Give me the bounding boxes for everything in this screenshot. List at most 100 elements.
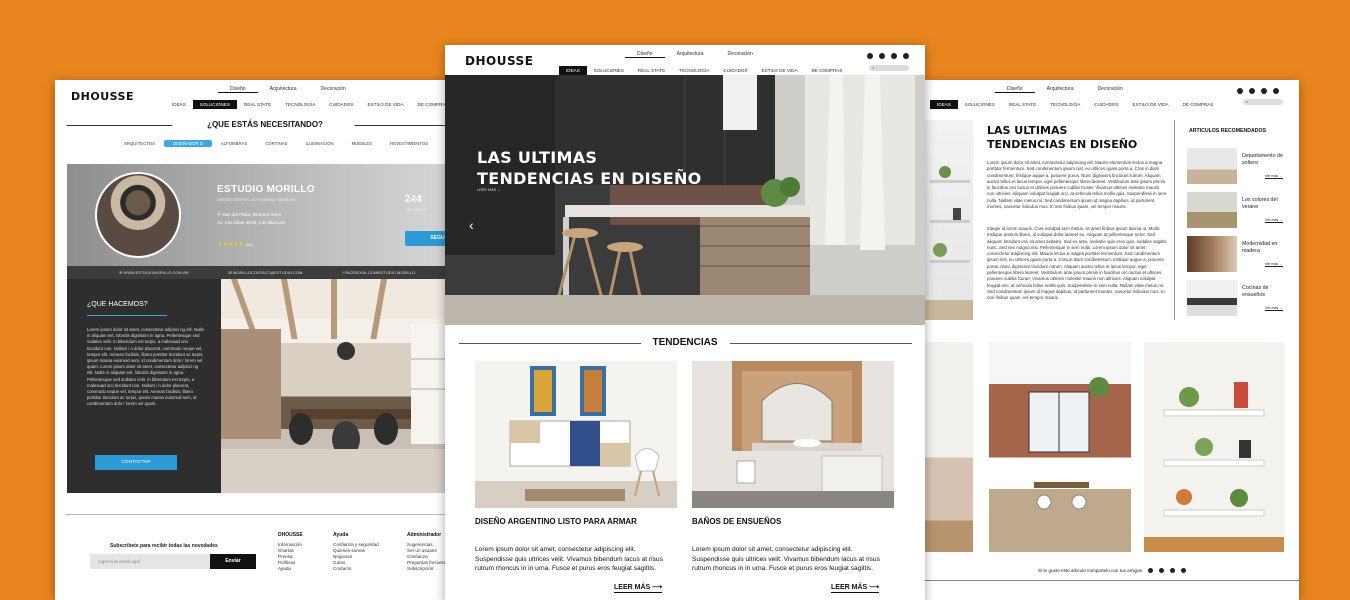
studio-tags: DISEÑO GRÁFICO, ALFOMBRAS, MUEBLES [217, 198, 296, 202]
see-more-link[interactable]: Ver más → [1265, 174, 1283, 179]
review-count: (12) [245, 242, 253, 247]
nav-ideas[interactable]: IDEAS [165, 100, 193, 109]
follower-label: SEGUIDOS [407, 208, 426, 212]
nav-de-compras[interactable]: DE COMPRAS [805, 66, 850, 75]
divider [730, 343, 912, 344]
read-more-text: LEER MÁS [614, 584, 651, 591]
logo[interactable]: DHOUSSE [71, 90, 134, 103]
top-nav: Diseño Arquitectura Decoración [625, 51, 765, 58]
facebook-icon[interactable] [879, 53, 885, 59]
interior-photo [221, 279, 467, 493]
email-input[interactable]: Ingresá tu email aquí [90, 554, 210, 569]
recommended-item[interactable]: Departamento de soltero Ver más → [1187, 148, 1287, 186]
nav-de-compras[interactable]: DE COMPRAS [1176, 100, 1221, 109]
share-text: Si te gusto este articulo compartelo con… [1038, 568, 1142, 573]
topnav-arquitectura[interactable]: Arquitectura [665, 51, 716, 58]
nav-soluciones[interactable]: SOLUCIONES [192, 100, 237, 109]
pinterest-icon[interactable] [903, 53, 909, 59]
topnav-arquitectura[interactable]: Arquitectura [1035, 86, 1086, 93]
footer-col-dhousse: DHOUSSE Información Charlas Prensa Polít… [278, 532, 303, 572]
chevron-left-icon[interactable]: ‹ [469, 217, 474, 233]
card-title[interactable]: DISEÑO ARGENTINO LISTO PARA ARMAR [475, 517, 637, 526]
contact-button[interactable]: CONTACTAR [95, 455, 177, 470]
nav-soluciones[interactable]: SOLUCIONES [587, 66, 631, 75]
email-link[interactable]: ✉ MORILLOCONTACT@ESTUDIO.COM [229, 270, 303, 275]
cat-cortinas[interactable]: CORTINAS [256, 140, 296, 147]
nav-tecnologia[interactable]: TECNOLOGÍA [1043, 100, 1087, 109]
nav-real-state[interactable]: REAL STATE [237, 100, 278, 109]
studio-address: ⚲ Mar del Plata, Buenos Aires Av. Las El… [217, 212, 285, 228]
recommended-item[interactable]: Cocinas de ensueños Ver más → [1187, 280, 1287, 318]
nav-real-state[interactable]: REAL STATE [631, 66, 672, 75]
nav-estilo-de-vida[interactable]: ESTILO DE VIDA [1126, 100, 1176, 109]
article-title-line2: TENDENCIAS EN DISEÑO [987, 138, 1138, 151]
article-title-line1: LAS ULTIMAS [987, 124, 1068, 137]
nav-real-state[interactable]: REAL STATE [1002, 100, 1043, 109]
top-nav: Diseño Arquitectura Decoración [218, 86, 358, 93]
instagram-icon[interactable] [891, 53, 897, 59]
instagram-icon[interactable] [1261, 88, 1267, 94]
recommended-item[interactable]: Los colores del verano Ver más → [1187, 192, 1287, 230]
facebook-icon[interactable] [1249, 88, 1255, 94]
facebook-icon[interactable] [1158, 568, 1164, 573]
contact-bar: ⊕ WWW.ESTUDIOMORILLO.COM.AR ✉ MORILLOCON… [67, 266, 467, 279]
see-more-link[interactable]: Ver más → [1265, 218, 1283, 223]
category-tabs: ARQUITECTOS DISEÑADOR D ALFOMBRAS CORTIN… [115, 140, 471, 147]
twitter-icon[interactable] [1237, 88, 1243, 94]
pinterest-icon[interactable] [1180, 568, 1186, 573]
cat-arquitectos[interactable]: ARQUITECTOS [115, 140, 164, 147]
card-title[interactable]: BAÑOS DE ENSUEÑOS [692, 517, 781, 526]
topnav-diseno[interactable]: Diseño [995, 86, 1035, 93]
read-more-link[interactable]: LEER MÁS ⟶ [614, 583, 663, 593]
nav-cuidados[interactable]: CUIDADOS [716, 66, 754, 75]
arrow-right-icon: ⟶ [652, 584, 663, 591]
main-nav: IDEAS SOLUCIONES REAL STATE TECNOLOGÍA C… [165, 100, 455, 109]
footer-divider [925, 580, 1299, 581]
cat-muebles[interactable]: MUEBLES [343, 140, 382, 147]
nav-tecnologia[interactable]: TECNOLOGÍA [278, 100, 322, 109]
instagram-icon[interactable] [1169, 568, 1175, 573]
corner-shelves-image [1144, 382, 1284, 552]
pinterest-icon[interactable] [1273, 88, 1279, 94]
cat-iluminacion[interactable]: ILUMINACIÓN [296, 140, 342, 147]
topnav-diseno[interactable]: Diseño [218, 86, 258, 93]
nav-tecnologia[interactable]: TECNOLOGÍA [672, 66, 716, 75]
website-link[interactable]: ⊕ WWW.ESTUDIOMORILLO.COM.AR [119, 270, 189, 275]
facebook-link[interactable]: f FACEBOOK.COM/ESTUDIO.MORILLO [342, 270, 415, 275]
logo[interactable]: DHOUSSE [465, 54, 533, 68]
footer-link[interactable]: Contacto [333, 566, 379, 572]
cat-revestimientos[interactable]: REVESTIMIENTOS [381, 140, 437, 147]
hero-read-more[interactable]: LEER MÁS → [477, 188, 501, 192]
see-more-link[interactable]: Ver más → [1265, 306, 1283, 311]
card-image-2[interactable] [692, 361, 894, 508]
topnav-arquitectura[interactable]: Arquitectura [258, 86, 309, 93]
card-image-1[interactable] [475, 361, 677, 508]
topnav-decoracion[interactable]: Decoración [1086, 86, 1135, 93]
topnav-decoracion[interactable]: Decoración [309, 86, 358, 93]
twitter-icon[interactable] [867, 53, 873, 59]
read-more-link[interactable]: LEER MÁS ⟶ [831, 583, 880, 593]
footer-link[interactable]: Ayuda [278, 566, 303, 572]
nav-cuidados[interactable]: CUIDADOS [322, 100, 360, 109]
recommended-item[interactable]: Modernidad en madera Ver más → [1187, 236, 1287, 274]
gallery-photo-3 [1144, 342, 1284, 552]
search-input[interactable]: ⌕ [1243, 99, 1283, 105]
hero-title-line1: LAS ULTIMAS [477, 148, 598, 167]
nav-soluciones[interactable]: SOLUCIONES [958, 100, 1002, 109]
topnav-decoracion[interactable]: Decoración [716, 51, 765, 58]
see-more-link[interactable]: Ver más → [1265, 262, 1283, 267]
nav-cuidados[interactable]: CUIDADOS [1087, 100, 1125, 109]
cat-disenador[interactable]: DISEÑADOR D [163, 140, 212, 147]
search-input[interactable]: ⌕ [869, 65, 909, 71]
cat-alfombras[interactable]: ALFOMBRAS [212, 140, 257, 147]
send-button[interactable]: Enviar [210, 554, 256, 569]
twitter-icon[interactable] [1147, 568, 1153, 573]
hero-title: LAS ULTIMAS TENDENCIAS EN DISEÑO [477, 147, 702, 189]
nav-estilo-de-vida[interactable]: ESTILO DE VIDA [361, 100, 411, 109]
studio-profile-page: DHOUSSE Diseño Arquitectura Decoración I… [55, 80, 475, 600]
arrow-right-icon: ⟶ [869, 584, 880, 591]
topnav-diseno[interactable]: Diseño [625, 51, 665, 58]
nav-ideas[interactable]: IDEAS [930, 100, 958, 109]
nav-ideas[interactable]: IDEAS [559, 66, 587, 75]
nav-estilo-de-vida[interactable]: ESTILO DE VIDA [755, 66, 805, 75]
